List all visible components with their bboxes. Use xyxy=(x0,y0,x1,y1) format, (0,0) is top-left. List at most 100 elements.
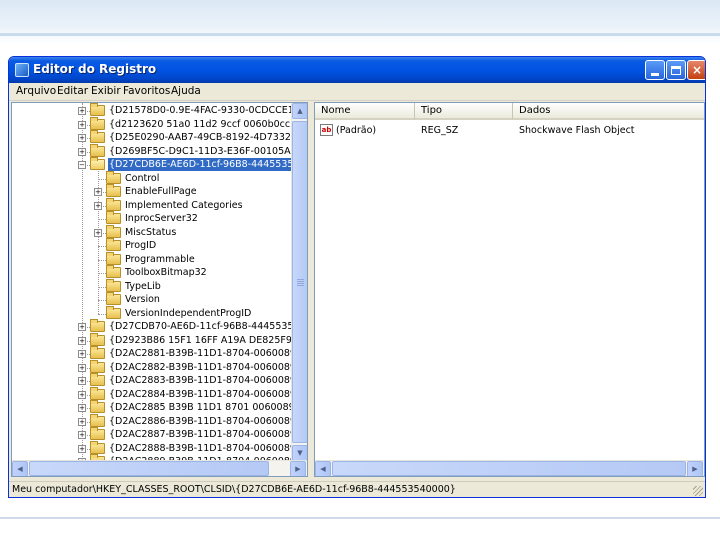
expand-icon[interactable]: + xyxy=(78,336,86,345)
menu-favoritos[interactable]: Favoritos xyxy=(123,85,170,97)
status-path: Meu computador\HKEY_CLASSES_ROOT\CLSID\{… xyxy=(12,484,456,495)
scroll-right-icon[interactable]: ▶ xyxy=(290,461,306,476)
tree-key-item[interactable]: + {D2923B86 15F1 16FF A19A DE825F919576} xyxy=(12,332,292,348)
collapse-icon[interactable]: − xyxy=(78,161,86,169)
tree-item-label: {D2AC2885 B39B 11D1 8701 00600893B1BD} xyxy=(109,402,292,413)
tree-key-item[interactable]: + {D2AC2882-B39B-11D1-8704-00600893B1BD} xyxy=(12,359,292,375)
tree-key-item[interactable]: + {D2AC2886-B39B-11D1-8704-00600893B1BD} xyxy=(12,413,292,429)
tree-item-label: Control xyxy=(125,172,160,184)
expand-icon[interactable]: + xyxy=(78,444,86,453)
folder-icon xyxy=(90,116,105,130)
tree-subkey-item[interactable]: Version xyxy=(12,292,292,307)
tree-subkey-item[interactable]: VersionIndependentProgID xyxy=(12,305,292,321)
tree-vertical-scrollbar[interactable]: ▲ ▼ xyxy=(291,103,307,462)
tree-item-label: {D25E0290-AAB7-49CB-8192-4D7332F73F9F} xyxy=(109,132,292,143)
scroll-up-icon[interactable]: ▲ xyxy=(292,103,307,119)
title-bar[interactable]: Editor do Registro × xyxy=(9,57,705,83)
tree-subkey-item[interactable]: TypeLib xyxy=(12,278,292,294)
tree-item-label: {D27CDB6E-AE6D-11cf-96B8-444553540000} xyxy=(108,158,292,171)
expand-icon[interactable]: + xyxy=(94,188,102,196)
tree-key-item[interactable]: + {d2123620 51a0 11d2 9ccf 0060b0cc3d30} xyxy=(12,116,292,132)
expand-icon[interactable]: + xyxy=(78,107,86,115)
list-scroll-left-icon[interactable]: ◀ xyxy=(315,461,331,476)
registry-tree: +{D21578D0-0.9E-4FAC-9330-0CDCCE13A4FE}+… xyxy=(12,103,292,463)
folder-icon xyxy=(106,305,121,319)
tree-subkey-item[interactable]: Programmable xyxy=(12,251,292,267)
expand-icon[interactable]: + xyxy=(78,147,86,156)
expand-icon[interactable]: + xyxy=(78,404,86,412)
registry-editor-window: Editor do Registro × Arquivo Editar Exib… xyxy=(8,56,706,498)
tree-subkey-item[interactable]: + Implemented Categories xyxy=(12,197,292,213)
pane-splitter[interactable] xyxy=(309,102,313,477)
tree-subkey-item[interactable]: + MiscStatus xyxy=(12,224,292,240)
scroll-down-icon[interactable]: ▼ xyxy=(292,445,307,461)
values-list-pane[interactable]: Nome Tipo Dados ab (Padrão) REG_SZ Shock… xyxy=(314,102,705,477)
tree-key-item[interactable]: + {D25E0290-AAB7-49CB-8192-4D7332F73F9F} xyxy=(12,130,292,145)
expand-icon[interactable]: + xyxy=(78,431,86,439)
list-scroll-right-icon[interactable]: ▶ xyxy=(687,461,703,476)
folder-icon xyxy=(90,427,105,440)
expand-icon[interactable]: + xyxy=(78,350,86,358)
folder-icon xyxy=(106,184,121,197)
tree-hscroll-thumb[interactable] xyxy=(29,461,269,476)
expand-icon[interactable]: + xyxy=(78,134,86,142)
registry-tree-pane[interactable]: +{D21578D0-0.9E-4FAC-9330-0CDCCE13A4FE}+… xyxy=(11,102,308,477)
tree-subkey-item[interactable]: Control xyxy=(12,170,292,186)
folder-icon xyxy=(106,211,121,224)
menu-arquivo[interactable]: Arquivo xyxy=(16,85,56,97)
menu-exibir[interactable]: Exibir xyxy=(91,85,121,97)
folder-icon xyxy=(90,143,105,157)
tree-subkey-item[interactable]: ToolboxBitmap32 xyxy=(12,265,292,280)
tree-subkey-item[interactable]: InprocServer32 xyxy=(12,211,292,226)
tree-key-item[interactable]: + {D2AC2887-B39B-11D1-8704-00600893B1BD} xyxy=(12,427,292,442)
tree-key-item[interactable]: + {D269BF5C-D9C1-11D3-E36F-00105A1F473A} xyxy=(12,143,292,159)
tree-key-item[interactable]: − {D27CDB6E-AE6D-11cf-96B8-444553540000} xyxy=(12,157,292,172)
expand-icon[interactable]: + xyxy=(78,417,86,426)
expand-icon[interactable]: + xyxy=(94,201,102,210)
resize-grip-icon[interactable] xyxy=(693,486,703,496)
tree-subkey-item[interactable]: + EnableFullPage xyxy=(12,184,292,199)
expand-icon[interactable]: + xyxy=(94,228,102,237)
minimize-button[interactable] xyxy=(645,60,665,80)
scroll-left-icon[interactable]: ◀ xyxy=(12,461,28,476)
close-button[interactable]: × xyxy=(687,60,705,80)
list-hscroll-thumb[interactable] xyxy=(332,461,686,476)
tree-key-item[interactable]: + {D2AC2884-B39B-11D1-8704-00600893B1BD} xyxy=(12,386,292,402)
column-header-nome[interactable]: Nome xyxy=(315,103,415,120)
tree-item-label: TypeLib xyxy=(125,280,161,292)
folder-icon xyxy=(90,130,105,143)
expand-icon[interactable]: + xyxy=(78,390,86,399)
expand-icon[interactable]: + xyxy=(78,323,86,331)
expand-icon[interactable]: + xyxy=(78,377,86,385)
column-header-tipo[interactable]: Tipo xyxy=(415,103,513,120)
folder-icon xyxy=(90,373,105,386)
tree-item-label: {D27CDB70-AE6D-11cf-96B8-444553540000} xyxy=(109,321,292,332)
menu-editar[interactable]: Editar xyxy=(57,85,88,97)
tree-key-item[interactable]: + {D2AC2881-B39B-11D1-8704-00600893B1BD} xyxy=(12,346,292,361)
folder-icon xyxy=(106,265,121,278)
regedit-app-icon xyxy=(15,63,29,77)
tree-scroll-thumb[interactable] xyxy=(292,121,307,443)
tree-item-label: VersionIndependentProgID xyxy=(125,307,252,319)
slide-header-band xyxy=(0,0,720,44)
folder-icon xyxy=(90,319,105,332)
tree-subkey-item[interactable]: ProgID xyxy=(12,238,292,253)
menu-ajuda[interactable]: Ajuda xyxy=(171,85,201,97)
expand-icon[interactable]: + xyxy=(78,363,86,372)
expand-icon[interactable]: + xyxy=(78,120,86,129)
tree-item-label: EnableFullPage xyxy=(125,186,197,197)
maximize-button[interactable] xyxy=(666,60,686,80)
tree-item-label: {D2AC2886-B39B-11D1-8704-00600893B1BD} xyxy=(109,415,292,427)
column-header-dados[interactable]: Dados xyxy=(513,103,704,120)
open-folder-icon xyxy=(90,157,105,170)
tree-key-item[interactable]: + {D21578D0-0.9E-4FAC-9330-0CDCCE13A4FE} xyxy=(12,103,292,118)
tree-item-label: Implemented Categories xyxy=(125,199,243,211)
tree-key-item[interactable]: + {D2AC2885 B39B 11D1 8701 00600893B1BD} xyxy=(12,400,292,415)
list-horizontal-scrollbar[interactable]: ◀ ▶ xyxy=(315,460,704,476)
folder-icon xyxy=(90,103,105,116)
tree-horizontal-scrollbar[interactable]: ◀ ▶ xyxy=(12,460,307,476)
tree-key-item[interactable]: + {D2AC2883-B39B-11D1-8704-00600893B1BD} xyxy=(12,373,292,388)
tree-key-item[interactable]: + {D27CDB70-AE6D-11cf-96B8-444553540000} xyxy=(12,319,292,334)
tree-key-item[interactable]: + {D2AC2888-B39B-11D1-8704-00600893B1BD} xyxy=(12,440,292,456)
slide-header-stripe xyxy=(0,33,720,36)
